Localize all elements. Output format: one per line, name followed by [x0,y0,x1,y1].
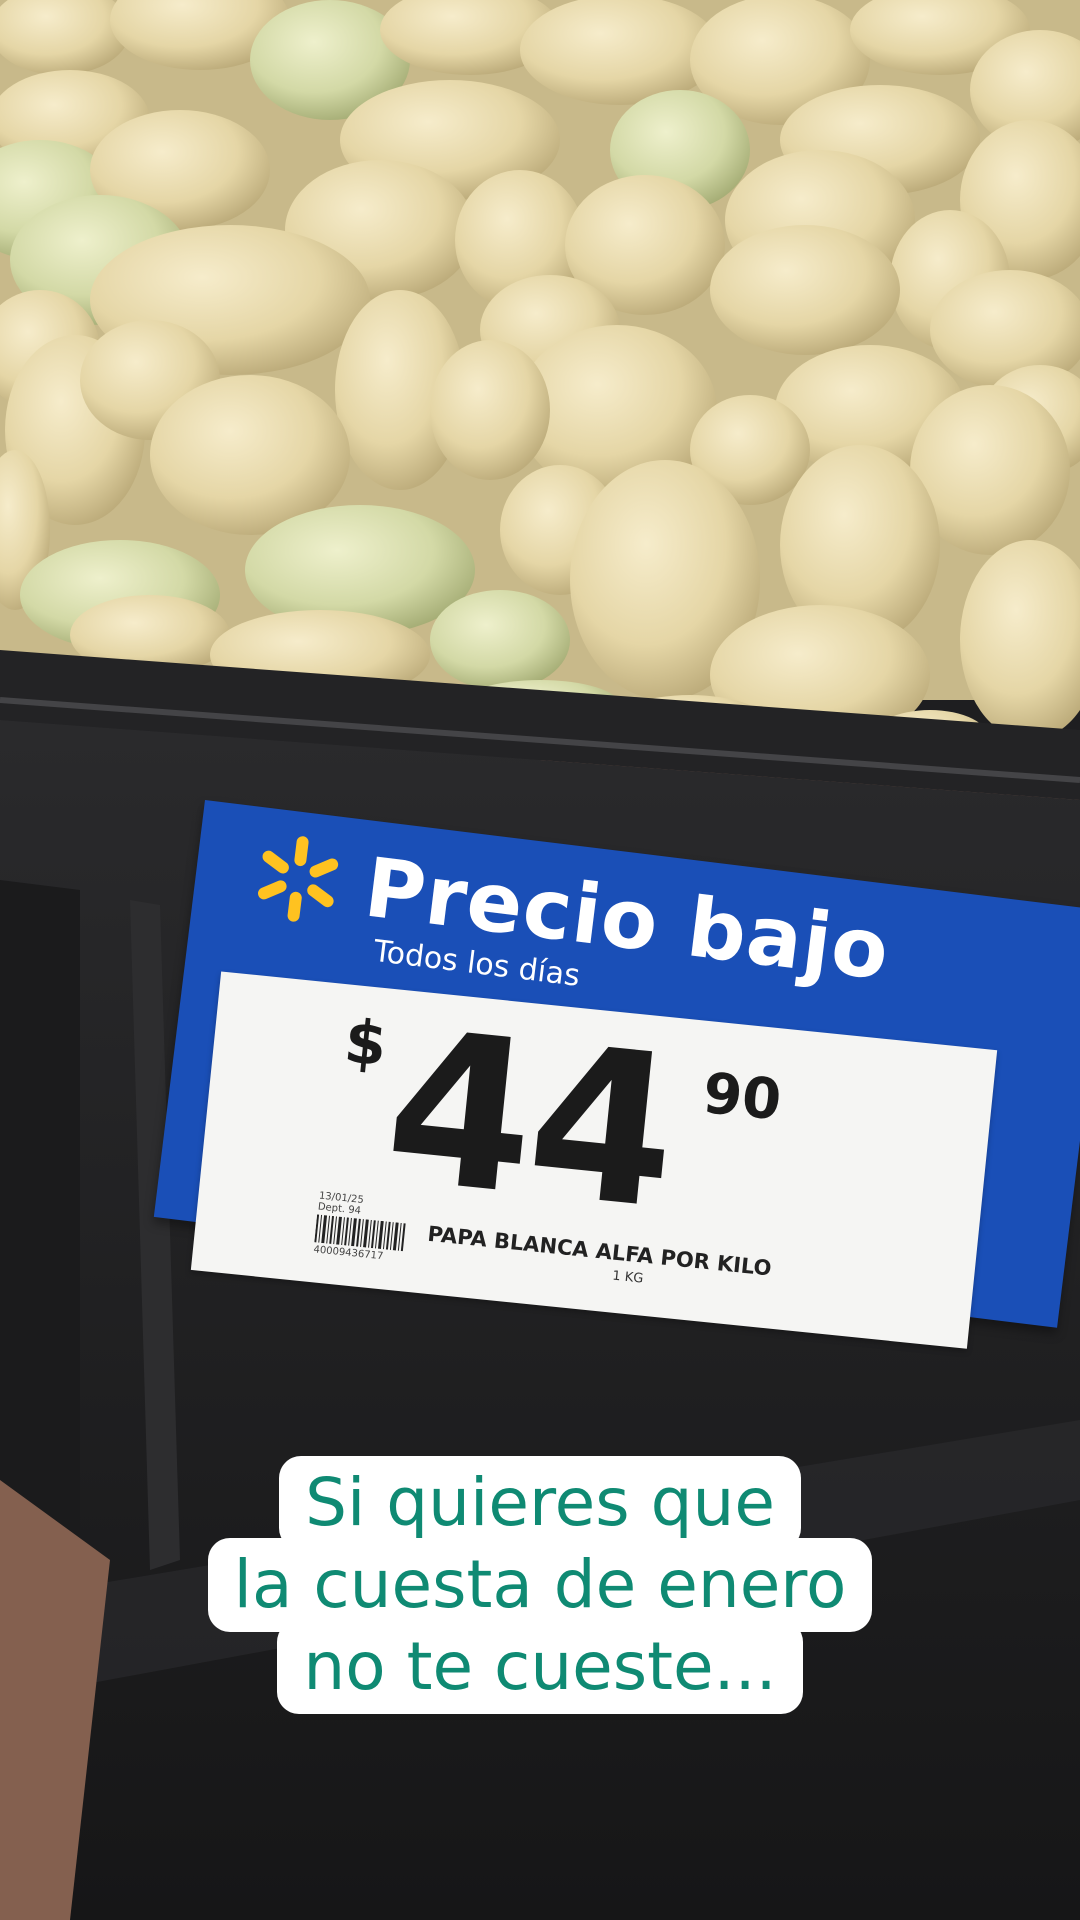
label-date: 13/01/25 Dept. 94 [317,1191,364,1217]
price-main: 44 [376,983,684,1257]
caption-line-3: no te cueste... [277,1620,803,1714]
price-cents: 90 [700,1060,785,1134]
caption-line-1: Si quieres que [279,1456,801,1550]
caption-line-2: la cuesta de enero [207,1538,873,1632]
caption: Si quieres que la cuesta de enero no te … [0,1456,1080,1714]
currency-symbol: $ [341,1006,390,1081]
product-unit: 1 KG [611,1268,645,1287]
walmart-spark-icon [258,836,339,922]
potato-pile [0,0,1080,770]
